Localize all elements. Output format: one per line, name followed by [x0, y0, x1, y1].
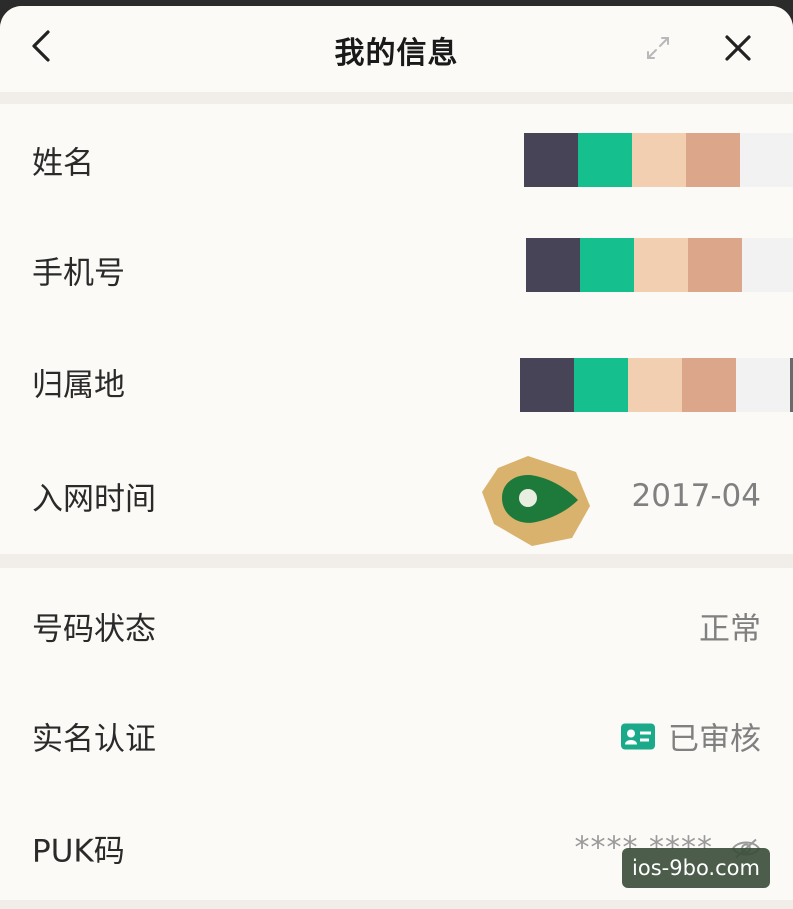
- expand-icon: [647, 37, 669, 59]
- bottom-divider: [0, 900, 793, 909]
- mosaic-block: [632, 133, 686, 187]
- row-status[interactable]: 号码状态 正常: [0, 576, 793, 676]
- location-pin-sticker-icon: [482, 456, 590, 546]
- row-label-phone: 手机号: [32, 255, 125, 292]
- mosaic-block: [742, 238, 793, 292]
- join-date-value: 2017-04: [631, 478, 761, 514]
- info-sheet: 我的信息 姓名 手机号 归属地 入网时间 2017-04 号码状态 正常 实名认…: [0, 6, 793, 909]
- mosaic-block: [688, 238, 742, 292]
- mosaic-block: [526, 238, 580, 292]
- mosaic-block: [740, 133, 793, 187]
- row-phone[interactable]: 手机号: [0, 220, 793, 320]
- close-icon: [725, 35, 751, 61]
- row-label-name: 姓名: [32, 145, 94, 182]
- mosaic-block: [580, 238, 634, 292]
- section-divider: [0, 554, 793, 568]
- status-value: 正常: [699, 611, 761, 648]
- watermark-badge: ios-9bo.com: [622, 848, 770, 888]
- mosaic-block: [524, 133, 578, 187]
- mosaic-block: [634, 238, 688, 292]
- close-button[interactable]: [718, 28, 758, 68]
- row-verification[interactable]: 实名认证 已审核: [0, 686, 793, 786]
- mosaic-block: [628, 358, 682, 412]
- mosaic-block: [736, 358, 790, 412]
- mosaic-block: [682, 358, 736, 412]
- id-card-icon: [621, 723, 655, 749]
- row-label-location: 归属地: [32, 367, 125, 404]
- row-label-puk: PUK码: [32, 833, 125, 870]
- redacted-location-mosaic: [520, 358, 793, 412]
- expand-button[interactable]: [640, 30, 676, 66]
- mosaic-block: [574, 358, 628, 412]
- verification-status: 已审核: [620, 714, 761, 759]
- mosaic-block: [520, 358, 574, 412]
- row-name[interactable]: 姓名: [0, 110, 793, 210]
- section-divider: [0, 92, 793, 104]
- row-join-date[interactable]: 入网时间 2017-04: [0, 446, 793, 546]
- row-label-status: 号码状态: [32, 611, 156, 648]
- row-label-join-date: 入网时间: [32, 481, 156, 518]
- row-label-verification: 实名认证: [32, 721, 156, 758]
- redacted-name-mosaic: [524, 133, 793, 187]
- mosaic-block: [578, 133, 632, 187]
- redacted-phone-mosaic: [526, 238, 793, 292]
- mosaic-block: [686, 133, 740, 187]
- header-bar: 我的信息: [0, 6, 793, 92]
- row-location[interactable]: 归属地: [0, 332, 793, 432]
- verification-value: 已审核: [668, 721, 761, 758]
